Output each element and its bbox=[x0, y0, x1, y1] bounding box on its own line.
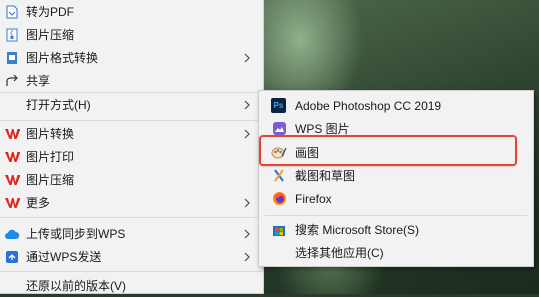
menu-separator bbox=[0, 271, 263, 272]
menu-item-label: 图片打印 bbox=[26, 150, 75, 164]
menu-item-label: 图片压缩 bbox=[26, 28, 75, 42]
menu-item-image-print[interactable]: 图片打印 bbox=[0, 145, 263, 168]
app-item-label: 截图和草图 bbox=[295, 169, 356, 183]
menu-item-more[interactable]: 更多 bbox=[0, 191, 263, 214]
photoshop-icon-text: Ps bbox=[273, 101, 284, 110]
menu-item-label: 图片压缩 bbox=[26, 173, 75, 187]
menu-item-label: 图片格式转换 bbox=[26, 51, 99, 65]
menu-separator bbox=[265, 215, 527, 216]
menu-separator bbox=[0, 217, 263, 218]
menu-item-share[interactable]: 共享 bbox=[0, 69, 263, 92]
photoshop-icon: Ps bbox=[271, 98, 286, 113]
snip-sketch-icon bbox=[271, 168, 287, 184]
menu-item-label: 通过WPS发送 bbox=[26, 250, 102, 264]
menu-item-label: 转为PDF bbox=[26, 5, 75, 19]
chevron-right-icon bbox=[244, 100, 250, 109]
menu-separator bbox=[0, 120, 263, 121]
menu-item-label: 打开方式(H) bbox=[26, 98, 91, 112]
menu-item-label: 更多 bbox=[26, 196, 51, 210]
chevron-right-icon bbox=[244, 53, 250, 62]
open-with-submenu: Ps Adobe Photoshop CC 2019 WPS 图片 画图 截图和… bbox=[258, 90, 534, 267]
chevron-right-icon bbox=[244, 129, 250, 138]
chevron-right-icon bbox=[244, 252, 250, 261]
menu-item-label: 共享 bbox=[26, 74, 51, 88]
app-item-search-store[interactable]: 搜索 Microsoft Store(S) bbox=[259, 218, 533, 241]
menu-item-label: 图片转换 bbox=[26, 127, 75, 141]
menu-item-upload-sync-wps[interactable]: 上传或同步到WPS bbox=[0, 222, 263, 245]
store-icon bbox=[271, 222, 287, 238]
app-item-label: 选择其他应用(C) bbox=[295, 246, 384, 260]
wps-icon bbox=[4, 172, 20, 188]
menu-item-wps-image-compress[interactable]: 图片压缩 bbox=[0, 168, 263, 191]
menu-item-send-via-wps[interactable]: 通过WPS发送 bbox=[0, 245, 263, 268]
app-item-label: Firefox bbox=[295, 191, 332, 206]
menu-item-image-convert[interactable]: 图片转换 bbox=[0, 122, 263, 145]
menu-item-label: 还原以前的版本(V) bbox=[26, 279, 126, 293]
menu-item-label: 上传或同步到WPS bbox=[26, 227, 126, 241]
app-item-choose-another[interactable]: 选择其他应用(C) bbox=[259, 241, 533, 264]
app-item-photoshop[interactable]: Ps Adobe Photoshop CC 2019 bbox=[259, 94, 533, 117]
format-convert-icon bbox=[4, 50, 20, 66]
app-item-label: 搜索 Microsoft Store(S) bbox=[295, 223, 420, 237]
chevron-right-icon bbox=[244, 198, 250, 207]
firefox-icon bbox=[271, 191, 287, 207]
pdf-convert-icon bbox=[4, 4, 20, 20]
wps-icon bbox=[4, 195, 20, 211]
share-icon bbox=[4, 73, 20, 89]
app-item-firefox[interactable]: Firefox bbox=[259, 187, 533, 210]
menu-item-image-compress[interactable]: 图片压缩 bbox=[0, 23, 263, 46]
cloud-icon bbox=[4, 226, 20, 242]
highlight-box bbox=[259, 135, 517, 166]
send-icon bbox=[4, 249, 20, 265]
zip-icon bbox=[4, 27, 20, 43]
chevron-right-icon bbox=[244, 229, 250, 238]
wps-icon bbox=[4, 149, 20, 165]
menu-item-image-format-convert[interactable]: 图片格式转换 bbox=[0, 46, 263, 69]
app-item-label: Adobe Photoshop CC 2019 bbox=[295, 98, 442, 113]
wps-icon bbox=[4, 126, 20, 142]
app-item-snip-sketch[interactable]: 截图和草图 bbox=[259, 164, 533, 187]
menu-item-convert-pdf[interactable]: 转为PDF bbox=[0, 0, 263, 23]
menu-item-open-with[interactable]: 打开方式(H) bbox=[0, 93, 263, 116]
context-menu: 转为PDF 图片压缩 图片格式转换 共享 打开方式(H) 图片转换 图片打印 图… bbox=[0, 0, 264, 294]
